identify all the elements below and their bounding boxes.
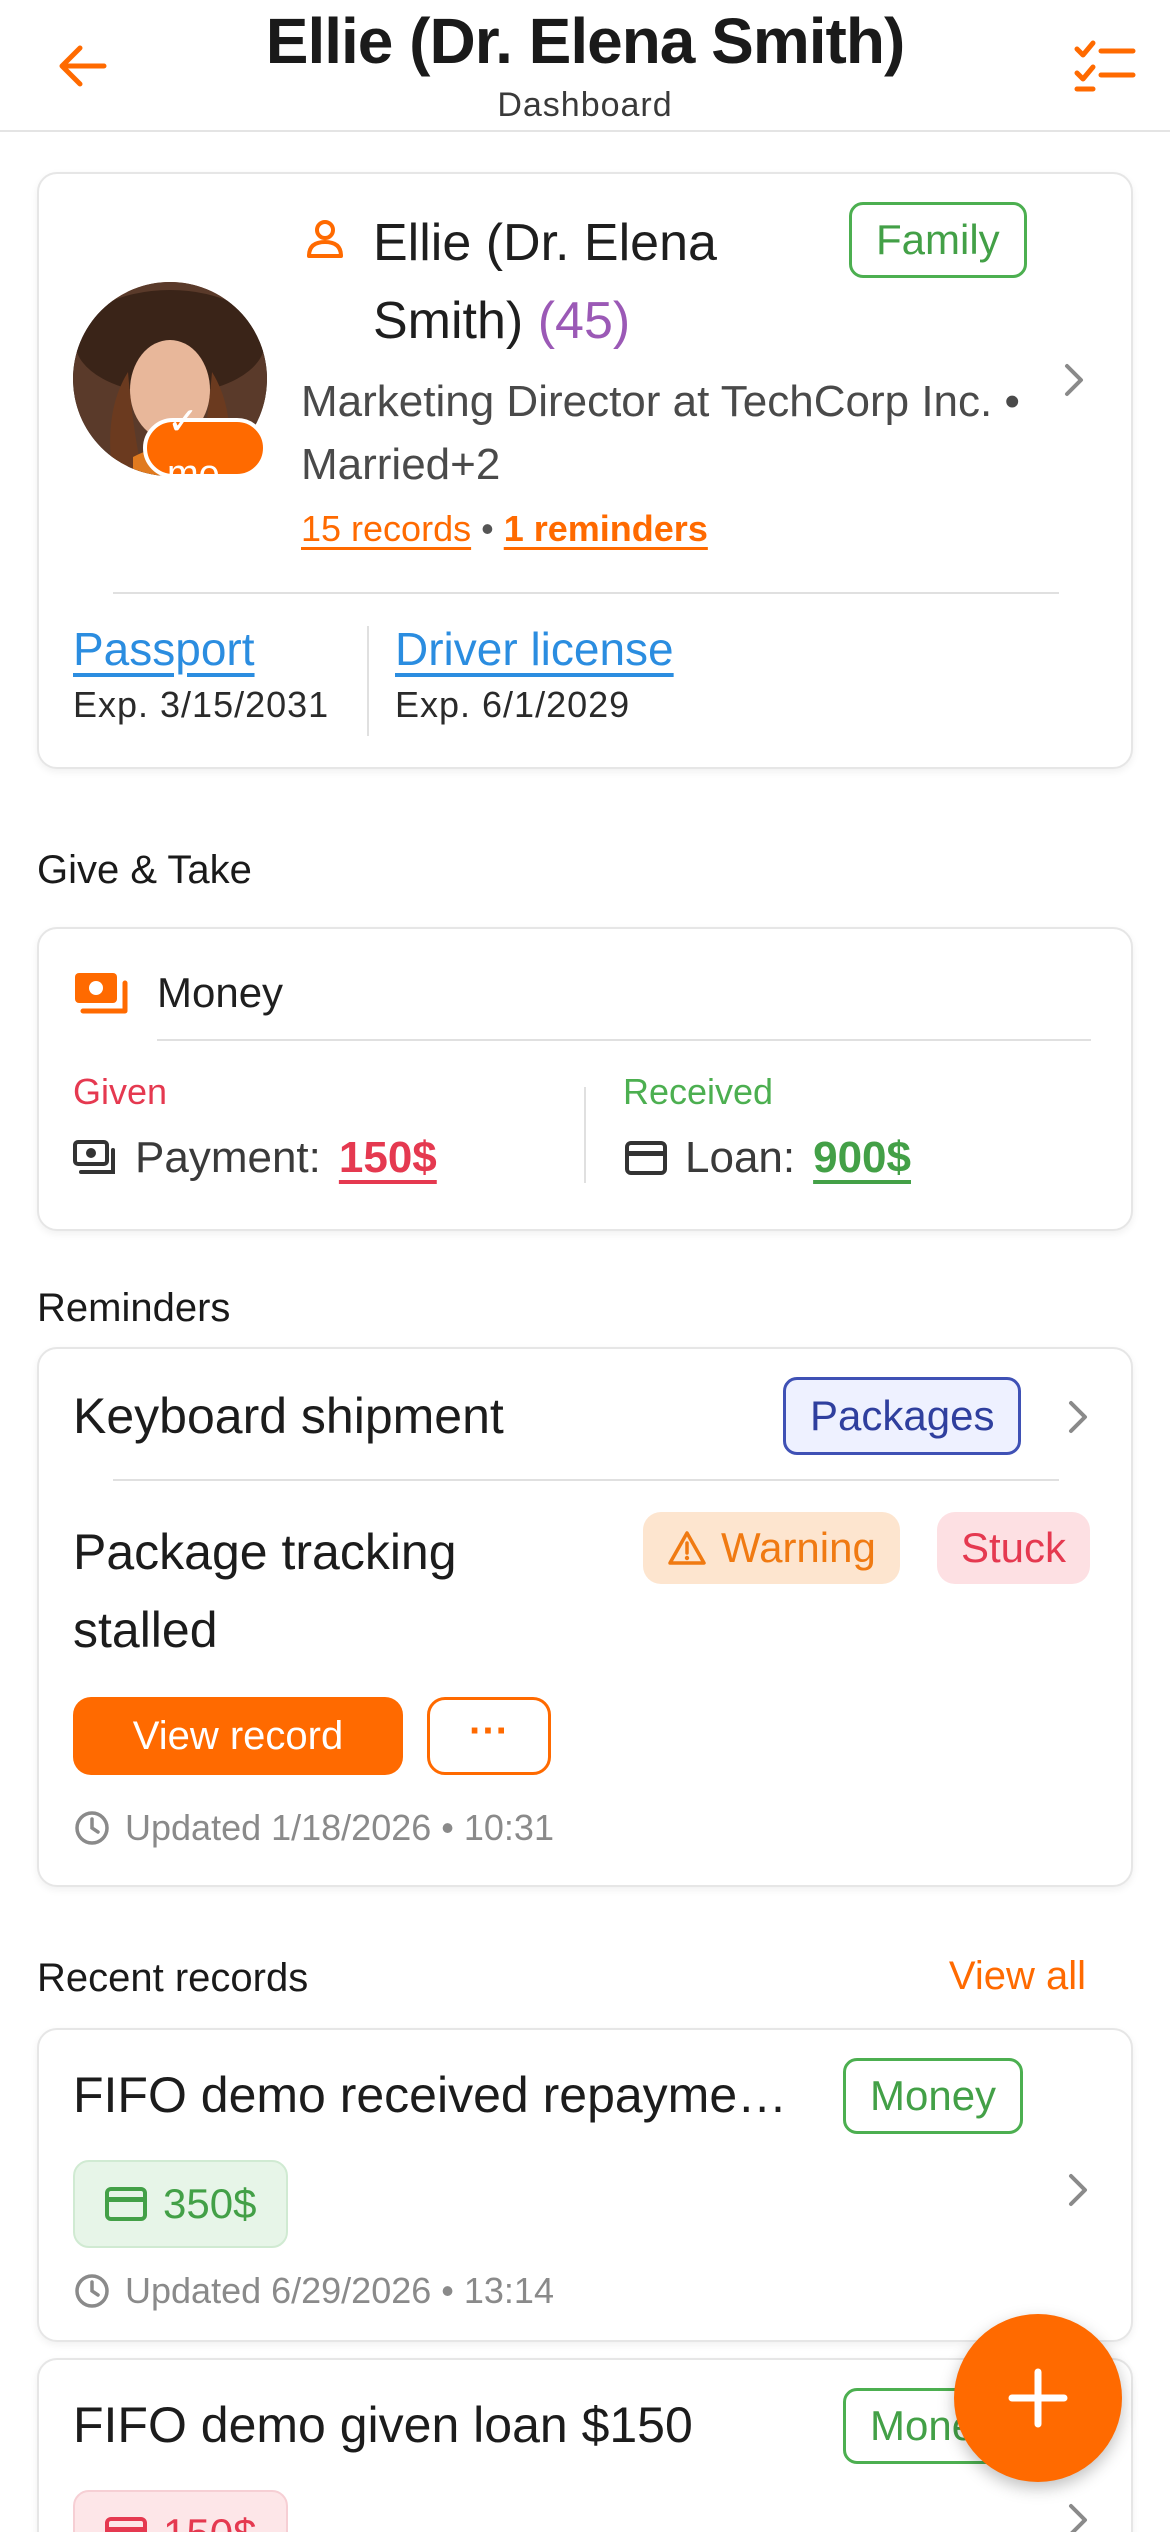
reminder-title: Keyboard shipment xyxy=(73,1388,504,1444)
received-label: Received xyxy=(623,1071,774,1112)
credit-card-icon xyxy=(105,2517,147,2532)
document-title[interactable]: Passport xyxy=(73,622,329,676)
document-passport[interactable]: Passport Exp. 3/15/2031 xyxy=(73,622,329,726)
given-item[interactable]: Payment: 150$ xyxy=(73,1133,437,1183)
profile-name: Ellie (Dr. Elena Smith) (45) xyxy=(373,204,853,360)
money-card[interactable]: Money Given Payment: 150$ Received Loan:… xyxy=(37,927,1133,1231)
chevron-right-icon[interactable] xyxy=(1063,2170,1093,2210)
view-all-link[interactable]: View all xyxy=(949,1954,1086,1999)
avatar-container: ✓ me xyxy=(73,282,267,495)
divider xyxy=(157,1039,1091,1041)
chevron-right-icon[interactable] xyxy=(1063,2500,1093,2532)
warning-label: Warning xyxy=(721,1524,876,1571)
record-card[interactable]: FIFO demo received repayment… Money 350$… xyxy=(37,2028,1133,2342)
add-record-button[interactable] xyxy=(954,2314,1122,2482)
profile-description: Marketing Director at TechCorp Inc. • Ma… xyxy=(301,377,1020,489)
money-icon xyxy=(75,973,128,1014)
received-item-label: Loan: xyxy=(685,1133,796,1182)
reminders-link[interactable]: 1 reminders xyxy=(504,508,708,549)
plus-icon xyxy=(1008,2368,1068,2428)
section-title-reminders: Reminders xyxy=(37,1286,231,1330)
document-expiry: Exp. 3/15/2031 xyxy=(73,684,330,725)
received-amount[interactable]: 900$ xyxy=(813,1133,911,1183)
payment-icon xyxy=(73,1140,115,1174)
given-amount[interactable]: 150$ xyxy=(339,1133,437,1183)
reminder-subtitle: Package tracking stalled xyxy=(73,1524,457,1658)
profile-card[interactable]: ✓ me Ellie (Dr. Elena Smith) (45) Family… xyxy=(37,172,1133,769)
updated-text: Updated 6/29/2026 • 13:14 xyxy=(125,2270,554,2311)
clock-icon xyxy=(75,2274,109,2308)
top-bar: Ellie (Dr. Elena Smith) Dashboard xyxy=(0,0,1170,132)
given-item-label: Payment: xyxy=(135,1133,321,1182)
amount-value: 150$ xyxy=(163,2510,256,2532)
record-title: FIFO demo received repayment… xyxy=(73,2067,813,2123)
record-tag: Money xyxy=(843,2058,1024,2134)
page-title: Ellie (Dr. Elena Smith) xyxy=(265,5,906,77)
updated-row: Updated 6/29/2026 • 13:14 xyxy=(73,2270,554,2312)
document-separator xyxy=(367,626,369,736)
links-separator: • xyxy=(481,508,494,549)
section-title-give-take: Give & Take xyxy=(37,848,252,892)
updated-text: Updated 1/18/2026 • 10:31 xyxy=(125,1807,554,1848)
credit-card-icon xyxy=(105,2187,147,2221)
document-expiry: Exp. 6/1/2029 xyxy=(395,684,631,725)
checklist-button[interactable] xyxy=(1070,34,1140,98)
app-screen: Ellie (Dr. Elena Smith) Dashboard ✓ me E… xyxy=(0,0,1170,2532)
amount-value: 350$ xyxy=(163,2180,257,2227)
warning-tag: Warning xyxy=(643,1512,900,1584)
me-badge: ✓ me xyxy=(143,401,267,495)
profile-age: (45) xyxy=(537,292,631,350)
divider xyxy=(113,1479,1059,1481)
records-link[interactable]: 15 records xyxy=(301,508,471,549)
more-options-button[interactable]: ··· xyxy=(427,1697,551,1775)
divider xyxy=(113,592,1059,594)
section-title-recent-records: Recent records xyxy=(37,1956,309,2000)
checklist-icon xyxy=(1074,40,1136,92)
warning-icon xyxy=(668,1531,706,1565)
category-tag: Packages xyxy=(783,1377,1022,1455)
chevron-right-icon[interactable] xyxy=(1059,360,1089,400)
given-label: Given xyxy=(73,1071,168,1112)
credit-card-icon xyxy=(625,1141,667,1175)
document-title[interactable]: Driver license xyxy=(395,622,674,676)
reminder-card[interactable]: Keyboard shipment Packages Package track… xyxy=(37,1347,1133,1887)
back-button[interactable] xyxy=(50,34,114,98)
chevron-right-icon[interactable] xyxy=(1063,1397,1093,1437)
profile-links: 15 records • 1 reminders xyxy=(301,508,708,550)
record-title: FIFO demo given loan $150 xyxy=(73,2397,693,2453)
amount-chip: 150$ xyxy=(73,2490,289,2532)
clock-icon xyxy=(75,1811,109,1845)
relation-tag: Family xyxy=(849,202,1027,278)
person-icon xyxy=(307,220,343,258)
amount-chip: 350$ xyxy=(73,2160,289,2248)
updated-row: Updated 1/18/2026 • 10:31 xyxy=(73,1807,554,1849)
page-subtitle: Dashboard xyxy=(497,86,673,124)
document-driver-license[interactable]: Driver license Exp. 6/1/2029 xyxy=(395,622,674,726)
money-card-title: Money xyxy=(157,969,284,1016)
received-item[interactable]: Loan: 900$ xyxy=(625,1133,911,1183)
status-badge: Stuck xyxy=(937,1512,1091,1584)
column-separator xyxy=(584,1087,586,1183)
view-record-button[interactable]: View record xyxy=(73,1697,403,1775)
arrow-left-icon xyxy=(59,45,107,87)
